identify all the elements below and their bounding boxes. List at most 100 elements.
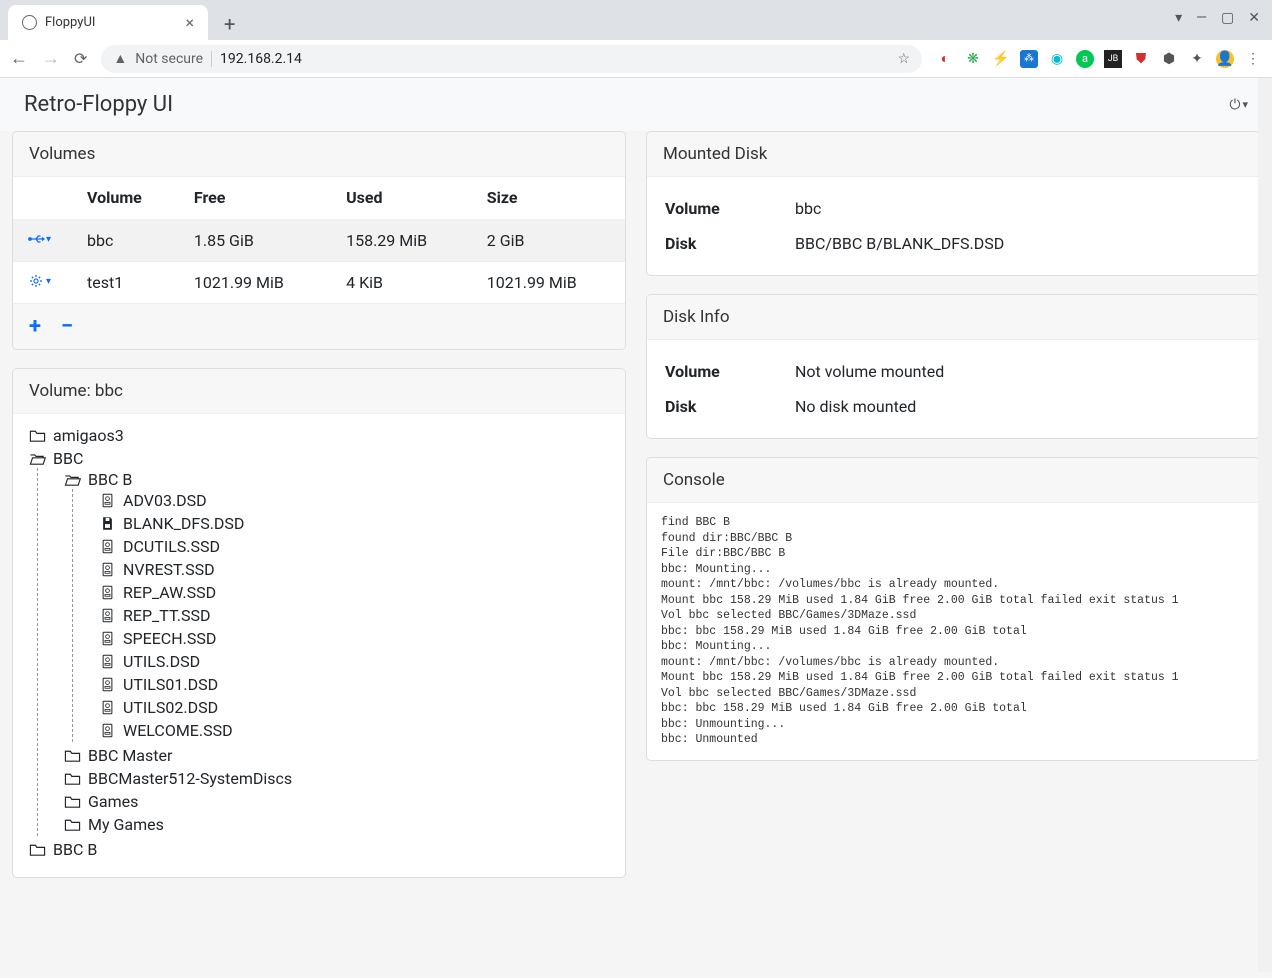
- add-volume-button[interactable]: +: [29, 314, 41, 339]
- tree-label: BBC Master: [88, 746, 172, 765]
- tree-node[interactable]: BLANK_DFS.DSD: [99, 514, 609, 533]
- tree-item[interactable]: BBCMaster512-SystemDiscs: [64, 767, 609, 790]
- tree-item[interactable]: SPEECH.SSD: [99, 627, 609, 650]
- tree-label: BBC B: [88, 470, 132, 489]
- tree-item[interactable]: ADV03.DSD: [99, 489, 609, 512]
- ext-icon[interactable]: ❋: [964, 50, 982, 68]
- address-bar: ← → ⟳ ▲ Not secure 192.168.2.14 ☆ ◐ ❋ ⚡ …: [0, 40, 1272, 78]
- usb-icon[interactable]: ▾: [27, 232, 51, 246]
- tree-node[interactable]: SPEECH.SSD: [99, 629, 609, 648]
- close-tab-icon[interactable]: ×: [185, 13, 194, 32]
- ext-icon[interactable]: ◐: [936, 50, 954, 68]
- tree-item[interactable]: amigaos3: [29, 424, 609, 447]
- tree-node[interactable]: REP_AW.SSD: [99, 583, 609, 602]
- tree-item[interactable]: BBC Master: [64, 744, 609, 767]
- tree-item[interactable]: My Games: [64, 813, 609, 836]
- tree-item[interactable]: BBC B ADV03.DSD BLANK_DFS.DSD DCUTILS.SSD NV…: [64, 468, 609, 744]
- browser-tab[interactable]: FloppyUI ×: [8, 5, 208, 40]
- forward-button[interactable]: →: [42, 48, 60, 69]
- ext-icon[interactable]: ⬢: [1160, 50, 1178, 68]
- tree-label: UTILS02.DSD: [123, 698, 218, 717]
- tree-node[interactable]: UTILS01.DSD: [99, 675, 609, 694]
- maximize-icon[interactable]: ▢: [1221, 10, 1234, 26]
- folder-icon: [64, 794, 81, 809]
- power-menu-button[interactable]: ⏻ ▾: [1229, 97, 1248, 113]
- tree-item[interactable]: DCUTILS.SSD: [99, 535, 609, 558]
- ext-icon[interactable]: ⁂: [1020, 50, 1038, 68]
- tree-item[interactable]: BBC B: [29, 838, 609, 861]
- mounted-disk-value: BBC/BBC B/BLANK_DFS.DSD: [795, 234, 1004, 253]
- tree-item[interactable]: UTILS02.DSD: [99, 696, 609, 719]
- disk-info-card: Disk Info Volume Not volume mounted Disk…: [646, 294, 1260, 439]
- ext-icon[interactable]: a: [1076, 50, 1094, 68]
- ext-icon[interactable]: ⚡: [992, 50, 1010, 68]
- avatar-icon[interactable]: 👤: [1216, 50, 1234, 68]
- diskinfo-volume-label: Volume: [665, 362, 795, 381]
- tree-node[interactable]: amigaos3: [29, 426, 609, 445]
- tree-label: amigaos3: [53, 426, 124, 445]
- tree-node[interactable]: Games: [64, 792, 609, 811]
- ext-icon[interactable]: ⛊: [1132, 50, 1150, 68]
- volume-used: 4 KiB: [332, 262, 473, 304]
- diskinfo-disk-row: Disk No disk mounted: [665, 389, 1241, 424]
- menu-icon[interactable]: ⋮: [1244, 50, 1262, 68]
- close-window-icon[interactable]: ✕: [1248, 10, 1260, 26]
- tree-label: ADV03.DSD: [123, 491, 207, 510]
- url-input[interactable]: ▲ Not secure 192.168.2.14 ☆: [101, 45, 922, 73]
- volumes-footer: + −: [13, 303, 625, 349]
- col-volume: Volume: [73, 177, 180, 219]
- tree-node[interactable]: ADV03.DSD: [99, 491, 609, 510]
- extension-icons: ◐ ❋ ⚡ ⁂ ◉ a JB ⛊ ⬢ ✦ 👤 ⋮: [936, 50, 1262, 68]
- diskinfo-disk-value: No disk mounted: [795, 397, 916, 416]
- tree-item[interactable]: WELCOME.SSD: [99, 719, 609, 742]
- file-icon: [99, 539, 116, 554]
- tree-node[interactable]: UTILS02.DSD: [99, 698, 609, 717]
- tree-node[interactable]: WELCOME.SSD: [99, 721, 609, 740]
- window-controls: ▾ — ▢ ✕: [1175, 10, 1260, 26]
- star-icon[interactable]: ☆: [897, 51, 910, 67]
- mounted-disk-card: Mounted Disk Volume bbc Disk BBC/BBC B/B…: [646, 131, 1260, 276]
- tree-node[interactable]: BBC B: [64, 470, 609, 489]
- tree-node[interactable]: BBC: [29, 449, 609, 468]
- tree-node[interactable]: BBCMaster512-SystemDiscs: [64, 769, 609, 788]
- tree-label: BBCMaster512-SystemDiscs: [88, 769, 292, 788]
- scrollbar[interactable]: [1258, 78, 1272, 972]
- tree-node[interactable]: My Games: [64, 815, 609, 834]
- tree-item[interactable]: Games: [64, 790, 609, 813]
- reload-button[interactable]: ⟳: [74, 49, 87, 68]
- tree-item[interactable]: NVREST.SSD: [99, 558, 609, 581]
- tree-node[interactable]: BBC Master: [64, 746, 609, 765]
- tree-node[interactable]: UTILS.DSD: [99, 652, 609, 671]
- new-tab-button[interactable]: +: [216, 8, 243, 40]
- minimize-icon[interactable]: —: [1196, 10, 1207, 26]
- volume-tree: amigaos3 BBC BBC B ADV03.DSD BLANK_DFS.DSD DC…: [13, 414, 625, 877]
- file-icon: [99, 723, 116, 738]
- tree-item[interactable]: REP_AW.SSD: [99, 581, 609, 604]
- ext-icon[interactable]: ◉: [1048, 50, 1066, 68]
- remove-volume-button[interactable]: −: [61, 314, 73, 339]
- volume-row[interactable]: ▾bbc1.85 GiB158.29 MiB2 GiB: [13, 219, 625, 262]
- console-header: Console: [647, 458, 1259, 503]
- dropdown-icon[interactable]: ▾: [1175, 10, 1182, 26]
- folder-open-icon: [64, 472, 81, 487]
- console-card: Console find BBC B found dir:BBC/BBC B F…: [646, 457, 1260, 761]
- tree-node[interactable]: DCUTILS.SSD: [99, 537, 609, 556]
- volume-row[interactable]: ▾test11021.99 MiB4 KiB1021.99 MiB: [13, 262, 625, 304]
- col-free: Free: [180, 177, 332, 219]
- tree-node[interactable]: BBC B: [29, 840, 609, 859]
- tree-item[interactable]: BLANK_DFS.DSD: [99, 512, 609, 535]
- tree-item[interactable]: UTILS01.DSD: [99, 673, 609, 696]
- ext-icon[interactable]: ✦: [1188, 50, 1206, 68]
- diskinfo-volume-value: Not volume mounted: [795, 362, 944, 381]
- tree-node[interactable]: NVREST.SSD: [99, 560, 609, 579]
- gear-icon[interactable]: ▾: [27, 274, 51, 288]
- globe-icon: [22, 15, 37, 30]
- file-icon: [99, 654, 116, 669]
- tree-item[interactable]: UTILS.DSD: [99, 650, 609, 673]
- tree-item[interactable]: REP_TT.SSD: [99, 604, 609, 627]
- tree-item[interactable]: BBC BBC B ADV03.DSD BLANK_DFS.DSD DCUTILS.SS…: [29, 447, 609, 838]
- back-button[interactable]: ←: [10, 48, 28, 69]
- tree-node[interactable]: REP_TT.SSD: [99, 606, 609, 625]
- ext-icon[interactable]: JB: [1104, 50, 1122, 68]
- app-content: Retro-Floppy UI ⏻ ▾ Volumes Volume Free …: [0, 78, 1272, 978]
